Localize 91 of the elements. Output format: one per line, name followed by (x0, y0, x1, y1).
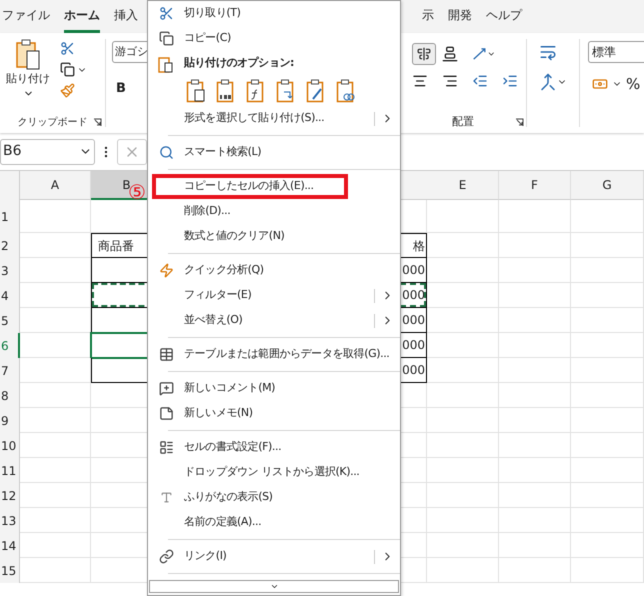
format-painter-icon[interactable] (60, 83, 75, 98)
menu-item[interactable]: リンク(I) (184, 544, 400, 569)
row-header[interactable]: 3 (0, 258, 20, 283)
scissors-icon[interactable] (60, 41, 75, 56)
cell-text: 000 (402, 362, 425, 379)
name-box[interactable]: B6 (0, 138, 95, 164)
row-header[interactable]: 2 (0, 233, 20, 258)
menu-item[interactable]: 並べ替え(O) (184, 308, 400, 333)
paste-transpose-icon[interactable] (276, 79, 296, 103)
row-header[interactable]: 1 (0, 200, 20, 233)
cell-text: 格 (413, 238, 425, 254)
cell-text: 000 (402, 262, 425, 279)
paste-formulas-icon[interactable] (246, 79, 266, 103)
group-label: クリップボード (18, 116, 88, 130)
menu-item[interactable]: 新しいコメント(M) (184, 376, 400, 401)
menu-item[interactable]: スマート検索(L) (184, 140, 400, 165)
row-header[interactable]: 7 (0, 358, 20, 383)
lightning-icon (158, 263, 174, 278)
menu-item[interactable]: フィルター(E) (184, 283, 400, 308)
row-header[interactable]: 11 (0, 458, 20, 483)
row-header[interactable]: 5 (0, 308, 20, 333)
paste-icon[interactable] (186, 79, 206, 103)
row-header[interactable]: 14 (0, 533, 20, 558)
cell-text: 商品番 (98, 238, 134, 254)
merge-cells-icon[interactable] (539, 73, 557, 91)
clipboard-icon (158, 54, 174, 72)
row-header[interactable]: 13 (0, 508, 20, 533)
ribbon-tab[interactable]: ファイル (2, 6, 50, 33)
search-icon (158, 145, 174, 160)
menu-item[interactable]: クイック分析(Q) (184, 258, 400, 283)
ribbon-tab[interactable]: 示 (422, 6, 434, 33)
copy-icon (158, 31, 174, 46)
menu-item[interactable]: 削除(D)... (184, 199, 400, 224)
row-header[interactable]: 12 (0, 483, 20, 508)
column-header[interactable]: G (571, 171, 644, 200)
scissors-icon (158, 6, 174, 21)
column-header[interactable]: F (499, 171, 571, 200)
menu-item[interactable]: コピー(C) (184, 26, 400, 51)
link-icon (158, 549, 174, 564)
letter-icon (160, 491, 172, 504)
row-header[interactable]: 8 (0, 383, 20, 408)
comment-icon (158, 381, 174, 396)
percent-button[interactable]: % (626, 73, 640, 96)
ribbon-tab[interactable]: 挿入 (114, 6, 138, 33)
right-align-icon[interactable] (442, 73, 458, 89)
dialog-launcher-icon[interactable] (93, 118, 102, 127)
wrap-text-icon[interactable] (539, 43, 557, 61)
row-header[interactable]: 6 (0, 333, 20, 358)
bold-button[interactable]: B (112, 79, 132, 98)
group-label: 配置 (452, 114, 474, 130)
clipboard-icon (15, 39, 41, 71)
diagonal-arrow-icon[interactable] (472, 46, 488, 62)
center-align-icon[interactable] (412, 73, 428, 89)
menu-item[interactable]: 新しいメモ(N) (184, 401, 400, 426)
middle-align-icon[interactable] (417, 47, 431, 61)
dialog-launcher-icon[interactable] (515, 118, 524, 127)
decrease-indent-icon[interactable] (472, 73, 488, 89)
menu-section-heading: 貼り付けのオプション: (184, 55, 294, 72)
step-number: ⑤ (128, 182, 146, 202)
paste-formatting-icon[interactable] (306, 79, 326, 103)
increase-indent-icon[interactable] (502, 73, 518, 89)
cell-text: 000 (402, 337, 425, 354)
paste-values-icon[interactable] (216, 79, 236, 103)
menu-item[interactable]: テーブルまたは範囲からデータを取得(G)... (184, 342, 400, 367)
menu-item[interactable]: セルの書式設定(F)... (184, 435, 400, 460)
menu-item[interactable]: ドロップダウン リストから選択(K)... (184, 460, 400, 485)
ribbon-tab[interactable]: ヘルプ (486, 6, 522, 33)
chevron-icon (270, 582, 278, 591)
menu-item[interactable]: 数式と値のクリア(N) (184, 224, 400, 249)
ribbon-tab[interactable]: 開発 (448, 6, 472, 33)
row-header[interactable]: 15 (0, 558, 20, 583)
menu-item[interactable]: ふりがなの表示(S) (184, 485, 400, 510)
menu-item[interactable]: 切り取り(T) (184, 1, 400, 26)
list-icon (158, 440, 174, 455)
paste-button[interactable]: 貼り付け (6, 39, 50, 111)
table-icon (158, 347, 174, 362)
menu-item[interactable]: 名前の定義(A)... (184, 510, 400, 535)
number-format-field[interactable]: 標準 (588, 41, 644, 63)
row-header[interactable]: 4 (0, 283, 20, 308)
note-icon (158, 406, 174, 421)
cell-text: 000 (402, 312, 425, 329)
row-header[interactable]: 9 (0, 408, 20, 433)
row-header[interactable]: 10 (0, 433, 20, 458)
menu-item[interactable]: 形式を選択して貼り付け(S)... (184, 106, 400, 131)
bottom-align-icon[interactable] (442, 46, 458, 62)
menu-item[interactable]: コピーしたセルの挿入(E)... (152, 174, 348, 199)
menu-scroll-button[interactable] (149, 580, 399, 593)
column-header[interactable]: E (427, 171, 499, 200)
copy-icon[interactable] (60, 62, 75, 77)
paste-link-icon[interactable] (336, 79, 356, 103)
cell-text: 000 (402, 287, 425, 304)
